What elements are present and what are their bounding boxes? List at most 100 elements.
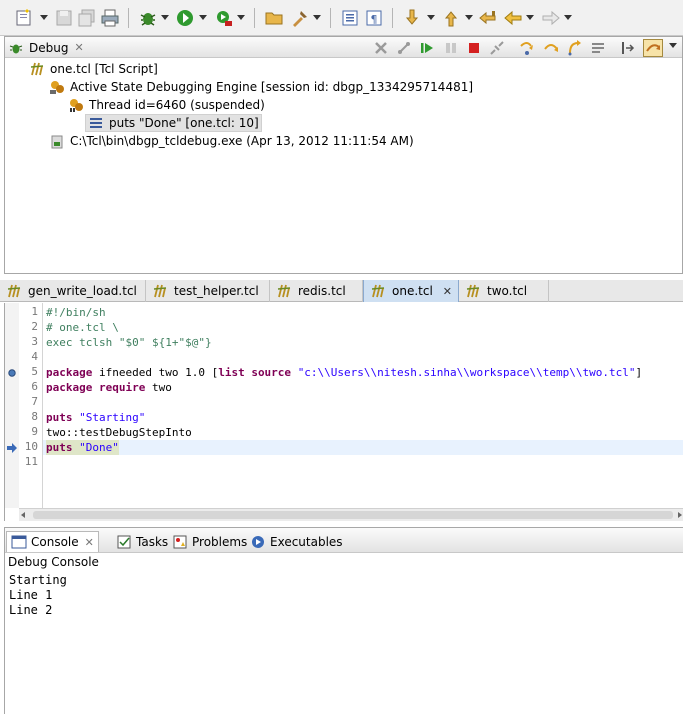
- code-line[interactable]: two::testDebugStepInto: [46, 425, 192, 440]
- code-editor[interactable]: 1 2 3 4 5 6 7 8 9 10 11 #!/bin/sh # one.…: [4, 303, 683, 521]
- tcl-file-icon: [277, 284, 291, 298]
- line-number: 10: [24, 440, 38, 453]
- resume-icon[interactable]: [419, 40, 435, 56]
- open-folder-icon[interactable]: [264, 8, 284, 28]
- tab-label: one.tcl: [392, 284, 433, 298]
- close-icon[interactable]: ✕: [74, 41, 83, 54]
- remove-terminated-icon[interactable]: [373, 40, 389, 56]
- forward-dropdown-arrow[interactable]: [564, 15, 572, 20]
- comment-token: # one.tcl \: [46, 321, 119, 334]
- open-type-icon[interactable]: [290, 8, 310, 28]
- new-icon[interactable]: [14, 8, 34, 28]
- breakpoint-icon[interactable]: [8, 369, 16, 377]
- tree-launch[interactable]: one.tcl [Tcl Script]: [29, 60, 158, 78]
- tab-problems[interactable]: Problems: [168, 531, 251, 552]
- code-token: two::testDebugStepInto: [46, 426, 192, 439]
- console-tab-bar: Console ✕ Tasks Problems Executables: [5, 528, 683, 553]
- instruction-stepping-icon[interactable]: [620, 40, 636, 56]
- use-step-filters-icon[interactable]: [643, 39, 663, 57]
- back-icon[interactable]: [503, 8, 523, 28]
- code-line[interactable]: exec tclsh "$0" ${1+"$@"}: [46, 335, 212, 350]
- tab-label: Problems: [192, 534, 248, 549]
- code-line[interactable]: package require two: [46, 380, 172, 395]
- code-line[interactable]: package ifneeded two 1.0 [list source "c…: [46, 365, 642, 380]
- debug-dropdown-arrow[interactable]: [161, 15, 169, 20]
- suspend-icon[interactable]: [443, 40, 459, 56]
- console-output-line: Line 1: [9, 588, 53, 602]
- string-token: "Starting": [79, 411, 146, 424]
- step-filters-icon[interactable]: [590, 40, 606, 56]
- print-icon[interactable]: [100, 8, 120, 28]
- tree-stack-frame[interactable]: puts "Done" [one.tcl: 10]: [85, 114, 262, 132]
- prev-annotation-icon[interactable]: [441, 8, 461, 28]
- back-dropdown-arrow[interactable]: [526, 15, 534, 20]
- save-all-icon[interactable]: [77, 8, 97, 28]
- keyword-token: puts: [46, 441, 73, 454]
- step-return-icon[interactable]: [566, 40, 582, 56]
- step-into-icon[interactable]: [519, 40, 535, 56]
- code-token: ]: [635, 366, 643, 379]
- next-annotation-icon[interactable]: [402, 8, 422, 28]
- tree-thread[interactable]: Thread id=6460 (suspended): [68, 96, 265, 114]
- tree-thread-label: Thread id=6460 (suspended): [89, 98, 265, 112]
- scrollbar-thumb[interactable]: [33, 511, 673, 519]
- current-instruction-pointer-icon: [7, 443, 17, 453]
- tab-label: two.tcl: [487, 284, 528, 298]
- open-type-dropdown-arrow[interactable]: [313, 15, 321, 20]
- tab-tasks[interactable]: Tasks: [112, 531, 172, 552]
- code-line[interactable]: puts "Starting": [46, 410, 145, 425]
- tab-debug[interactable]: Debug ✕: [9, 37, 84, 58]
- view-menu-arrow[interactable]: [669, 43, 677, 48]
- connect-icon[interactable]: [396, 40, 412, 56]
- tree-debug-engine[interactable]: Active State Debugging Engine [session i…: [49, 78, 473, 96]
- show-whitespace-icon[interactable]: ¶: [364, 8, 384, 28]
- thread-suspended-icon: [70, 99, 83, 112]
- debug-view: Debug ✕ one.tcl [Tcl Script] Active Stat…: [4, 36, 683, 274]
- run-dropdown-arrow[interactable]: [199, 15, 207, 20]
- keyword-token: package: [46, 366, 93, 379]
- code-line[interactable]: # one.tcl \: [46, 320, 119, 335]
- prev-annotation-dropdown-arrow[interactable]: [465, 15, 473, 20]
- current-code-line[interactable]: puts "Done": [46, 440, 119, 455]
- tab-console[interactable]: Console ✕: [6, 531, 99, 552]
- last-edit-icon[interactable]: [478, 8, 498, 28]
- comment-token: exec tclsh "$0" ${1+"$@"}: [46, 336, 212, 349]
- tab-gen-write-load[interactable]: gen_write_load.tcl: [0, 280, 146, 302]
- debug-icon[interactable]: [138, 8, 158, 28]
- tab-executables[interactable]: Executables: [246, 531, 347, 552]
- line-number: 9: [31, 425, 38, 438]
- tab-test-helper[interactable]: test_helper.tcl: [146, 280, 270, 302]
- line-number: 8: [31, 410, 38, 423]
- forward-icon[interactable]: [541, 8, 561, 28]
- close-icon[interactable]: ✕: [85, 536, 94, 549]
- external-tools-dropdown-arrow[interactable]: [237, 15, 245, 20]
- toggle-view-icon[interactable]: [340, 8, 360, 28]
- close-icon[interactable]: ✕: [443, 285, 452, 298]
- tasks-icon: [117, 535, 131, 548]
- tree-process[interactable]: C:\Tcl\bin\dbgp_tcldebug.exe (Apr 13, 20…: [49, 132, 414, 150]
- line-number: 3: [31, 335, 38, 348]
- disconnect-icon[interactable]: [489, 40, 505, 56]
- tab-two[interactable]: two.tcl: [459, 280, 549, 302]
- run-icon[interactable]: [175, 8, 195, 28]
- horizontal-scrollbar[interactable]: [19, 508, 683, 521]
- line-number: 11: [24, 455, 38, 468]
- next-annotation-dropdown-arrow[interactable]: [427, 15, 435, 20]
- scroll-right-icon[interactable]: [678, 512, 682, 518]
- tab-redis[interactable]: redis.tcl: [270, 280, 363, 302]
- console-output-line: Line 2: [9, 603, 53, 617]
- step-over-icon[interactable]: [543, 40, 559, 56]
- keyword-token: list source: [218, 366, 292, 379]
- tree-launch-label: one.tcl [Tcl Script]: [50, 62, 158, 76]
- external-tools-icon[interactable]: [214, 8, 234, 28]
- code-line[interactable]: #!/bin/sh: [46, 305, 106, 320]
- tcl-file-icon: [466, 284, 480, 298]
- new-dropdown-arrow[interactable]: [40, 15, 48, 20]
- save-icon[interactable]: [54, 8, 74, 28]
- annotation-ruler[interactable]: [5, 303, 19, 508]
- tab-one[interactable]: one.tcl ✕: [363, 280, 459, 302]
- terminate-icon[interactable]: [466, 40, 482, 56]
- line-number: 6: [31, 380, 38, 393]
- scroll-left-icon[interactable]: [21, 512, 25, 518]
